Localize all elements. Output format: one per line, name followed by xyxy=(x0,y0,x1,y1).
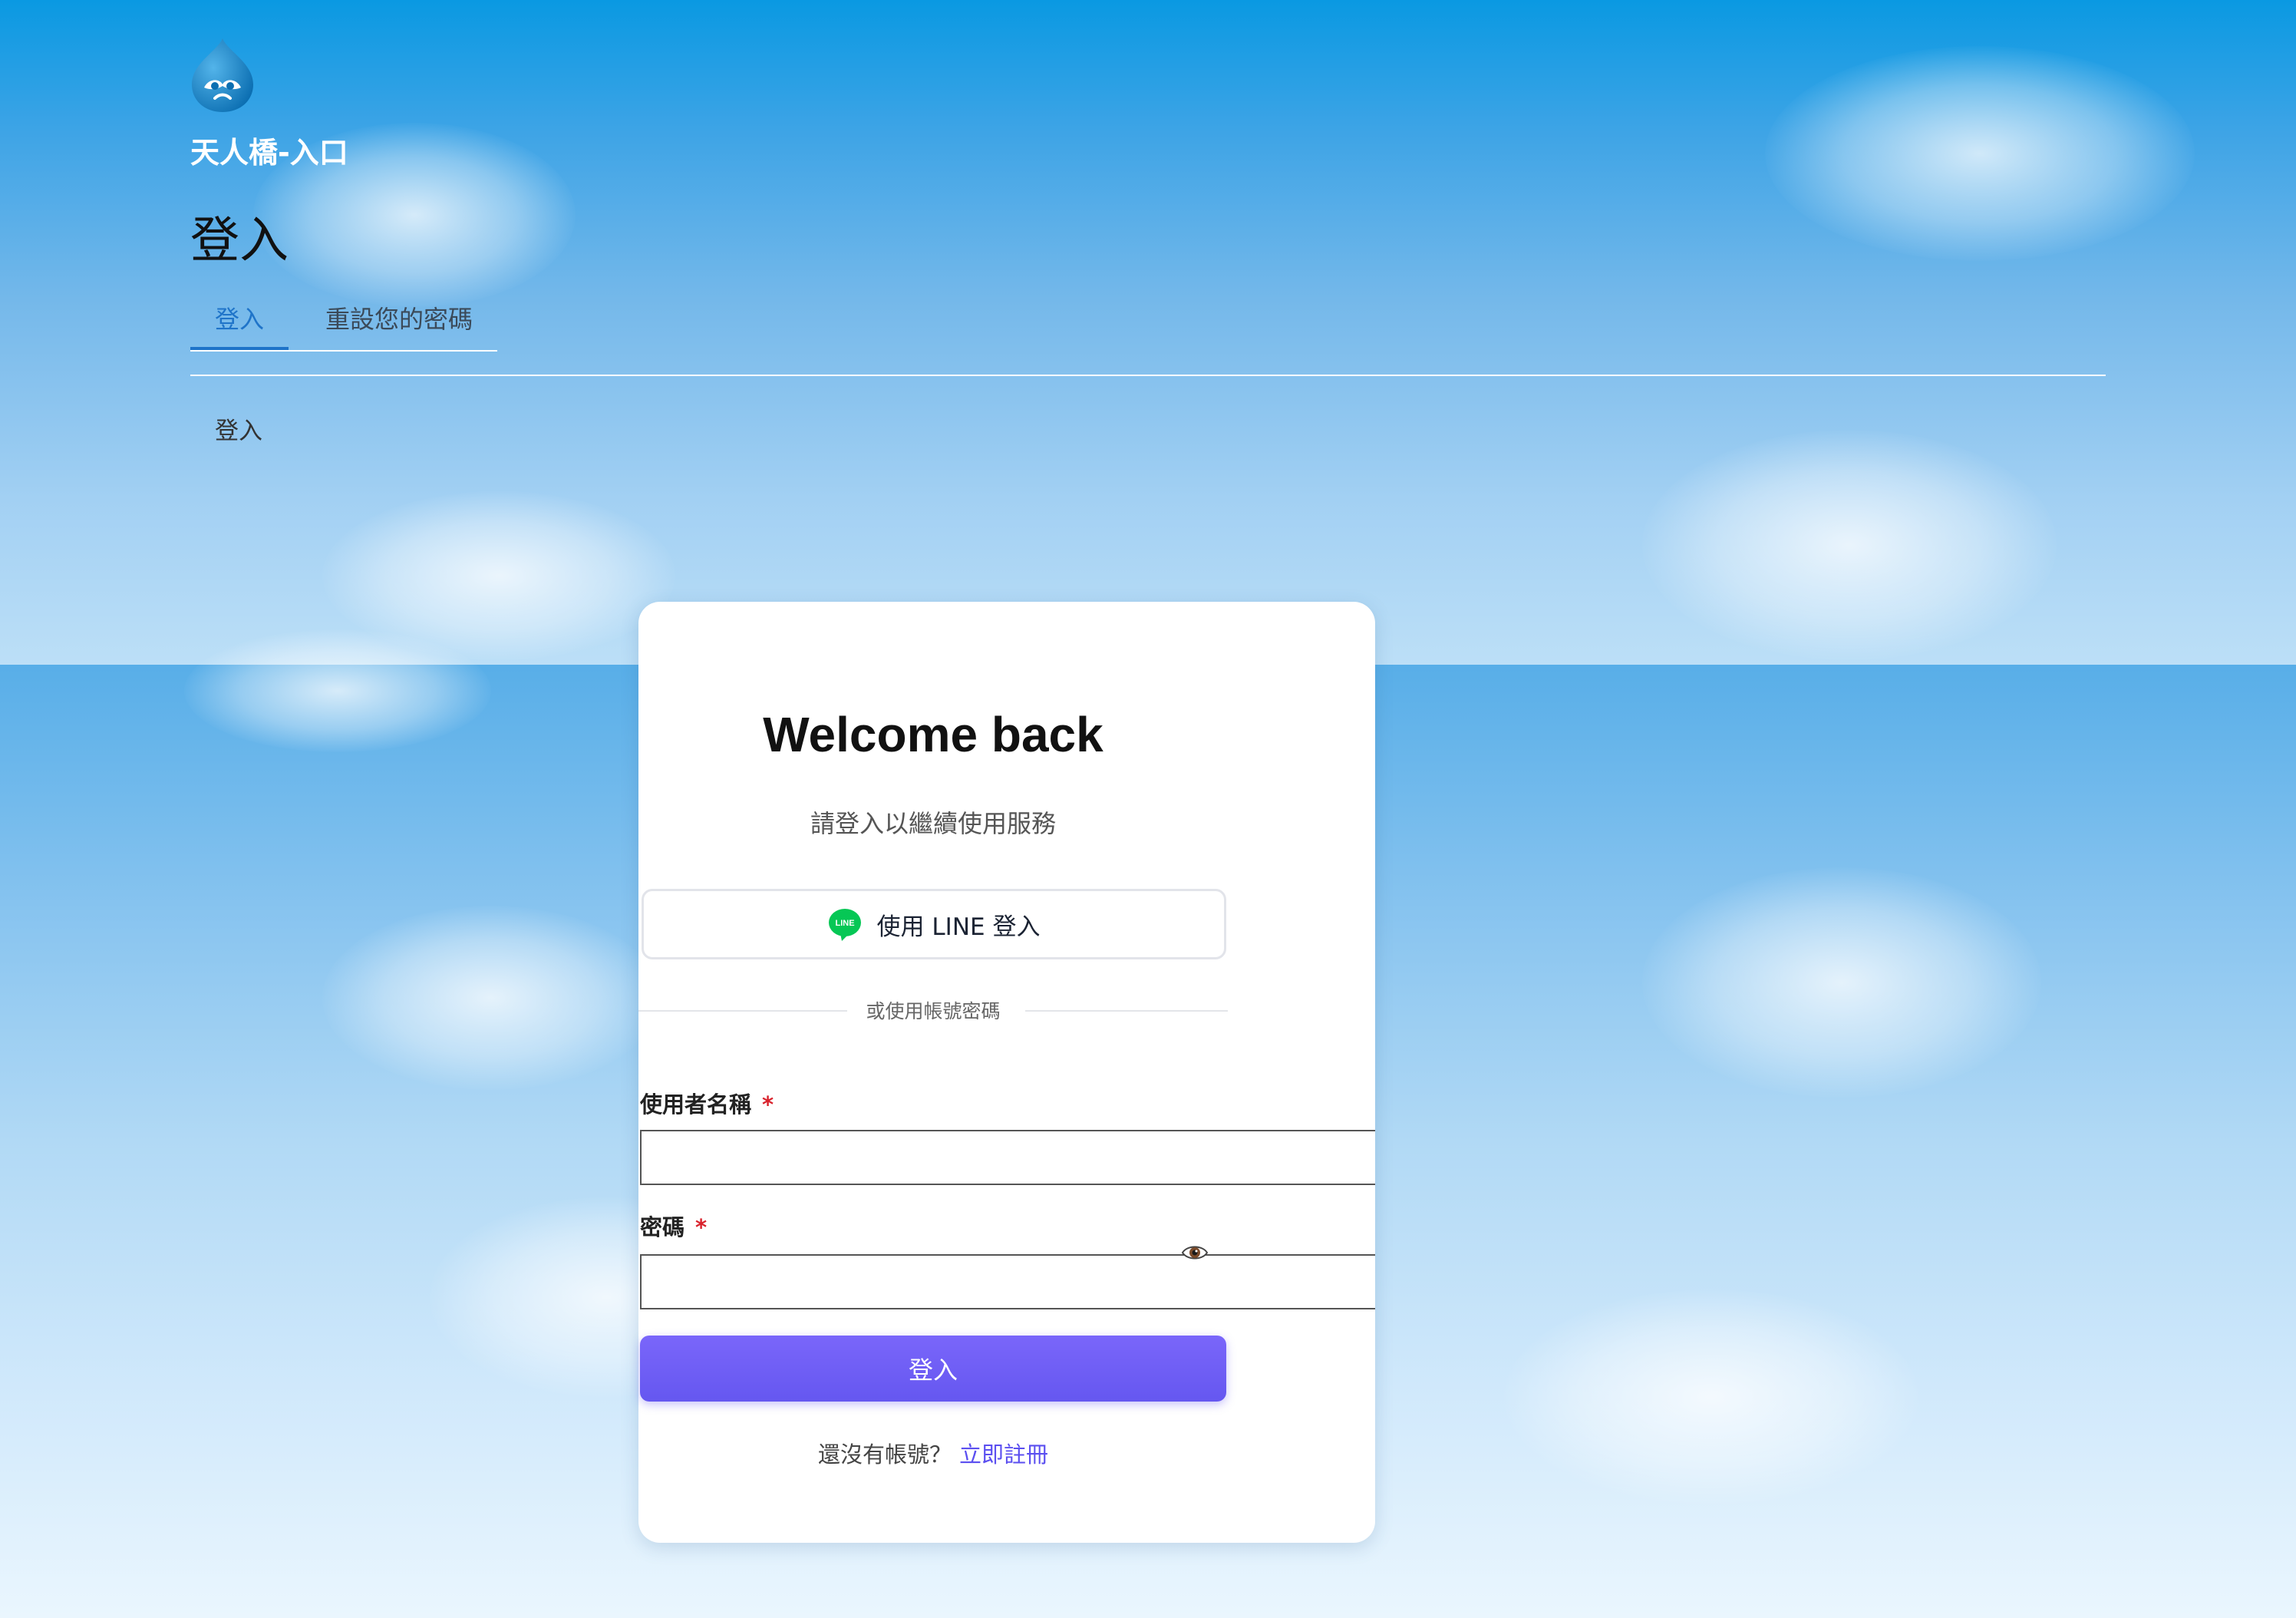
or-divider: 或使用帳號密碼 xyxy=(638,993,1228,1027)
line-icon: LINE xyxy=(828,909,861,941)
username-input[interactable] xyxy=(640,1130,1375,1185)
tab-bar: 登入 重設您的密碼 xyxy=(190,298,497,352)
welcome-subtitle: 請登入以繼續使用服務 xyxy=(810,809,1056,838)
password-input[interactable] xyxy=(640,1254,1375,1309)
eye-icon[interactable] xyxy=(1182,1243,1208,1262)
line-login-button[interactable]: LINE 使用 LINE 登入 xyxy=(642,889,1226,959)
site-name[interactable]: 天人橋-入口 xyxy=(190,129,348,171)
register-link[interactable]: 立即註冊 xyxy=(959,1441,1048,1468)
cloud-decoration xyxy=(1504,1289,1918,1504)
cloud-decoration xyxy=(322,906,660,1090)
breadcrumb: 登入 xyxy=(215,418,262,445)
line-login-label: 使用 LINE 登入 xyxy=(876,913,1041,941)
divider-line-right xyxy=(1025,1010,1228,1012)
password-label-text: 密碼 xyxy=(640,1214,685,1240)
tab-login[interactable]: 登入 xyxy=(190,298,289,350)
header-divider xyxy=(190,375,2106,376)
cloud-decoration xyxy=(1765,46,2195,261)
tab-reset-password[interactable]: 重設您的密碼 xyxy=(325,298,473,350)
login-submit-button[interactable]: 登入 xyxy=(640,1336,1226,1402)
register-prompt-text: 還沒有帳號？ xyxy=(817,1441,952,1468)
username-label-text: 使用者名稱 xyxy=(640,1091,752,1118)
password-label: 密碼 * xyxy=(640,1210,707,1242)
page-title: 登入 xyxy=(190,213,289,269)
username-label: 使用者名稱 * xyxy=(640,1087,774,1119)
register-prompt: 還沒有帳號？ 立即註冊 xyxy=(638,1437,1228,1469)
line-icon-text: LINE xyxy=(835,919,854,928)
drupal-drop-logo-icon[interactable] xyxy=(189,37,256,114)
required-marker: * xyxy=(762,1091,774,1118)
cloud-decoration xyxy=(1642,867,2041,1098)
welcome-heading: Welcome back xyxy=(763,707,1103,762)
required-marker: * xyxy=(695,1214,708,1240)
cloud-decoration xyxy=(1642,430,2057,660)
login-card: Welcome back 請登入以繼續使用服務 LINE 使用 LINE 登入 … xyxy=(638,602,1375,1543)
cloud-decoration xyxy=(184,629,491,752)
